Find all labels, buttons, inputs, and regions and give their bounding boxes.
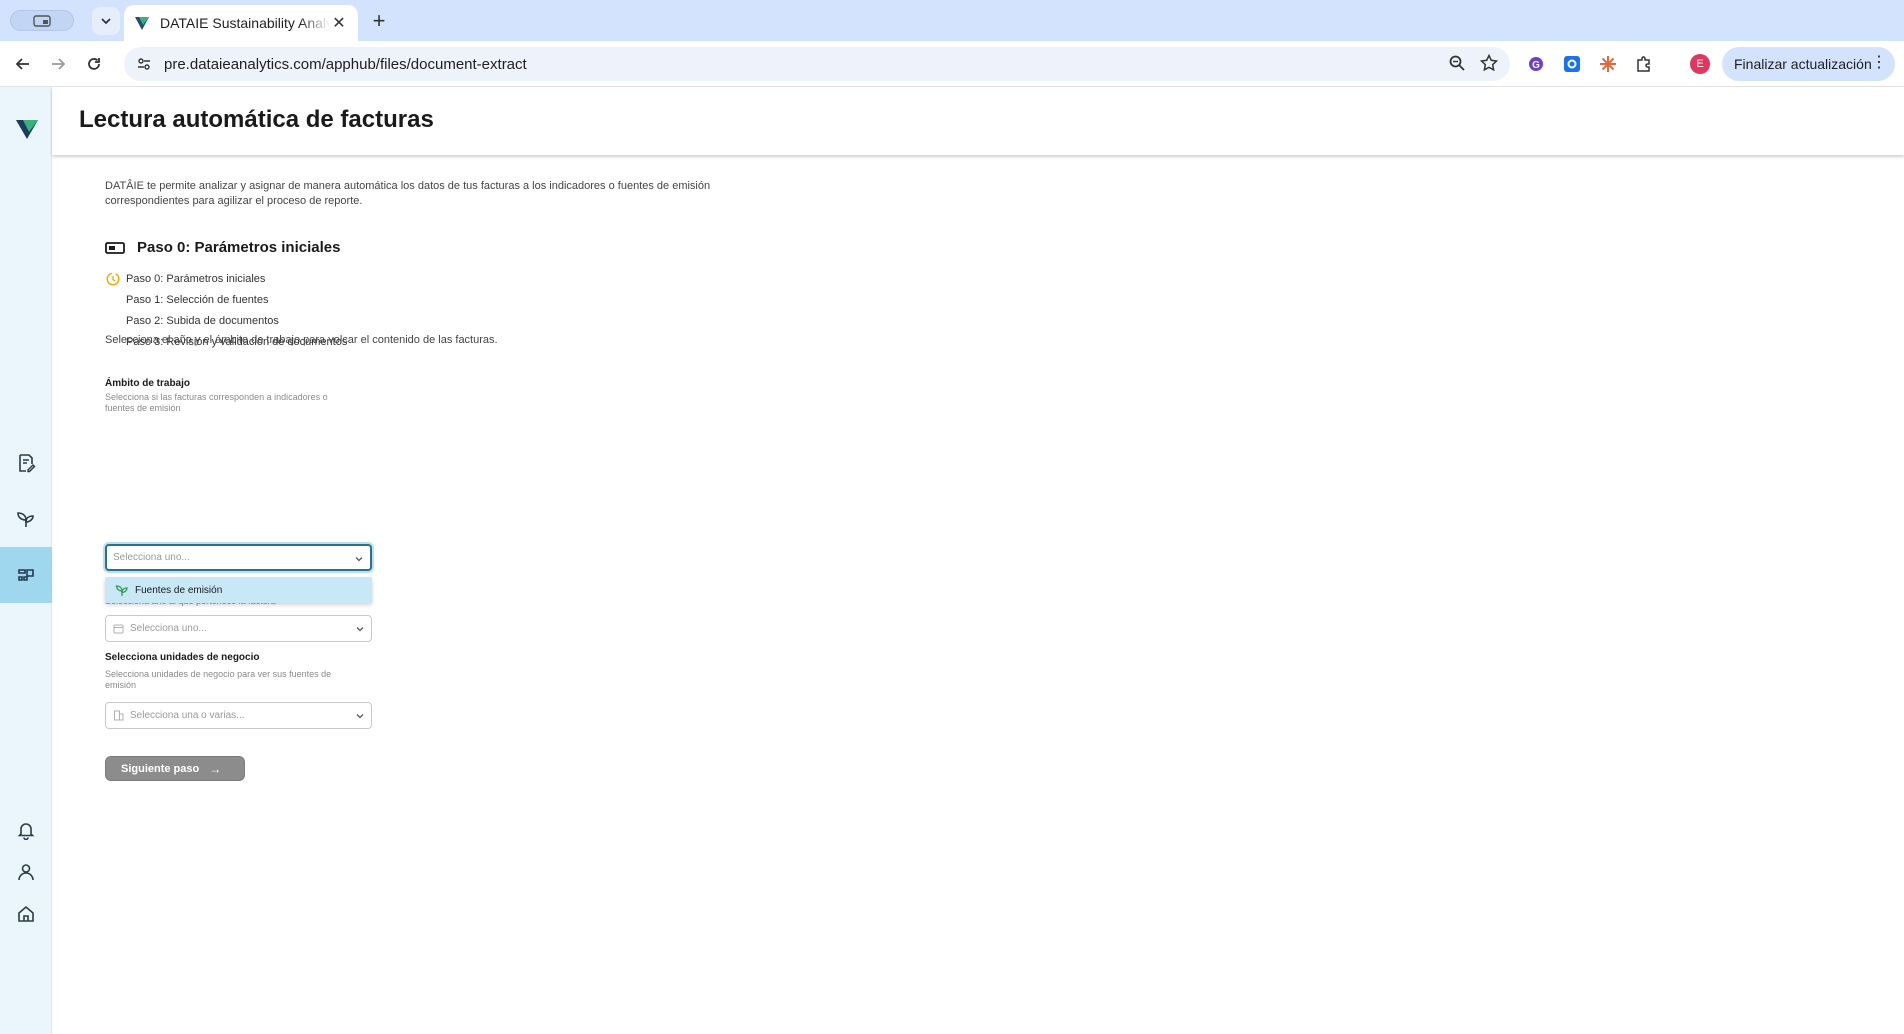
sunburst-extension-icon[interactable]	[1596, 52, 1620, 76]
profile-avatar[interactable]: E	[1690, 54, 1710, 74]
scope-select[interactable]: Selecciona uno...	[105, 544, 372, 571]
scope-option-label: Fuentes de emisión	[135, 584, 223, 596]
step-item-2: Paso 2: Subida de documentos	[105, 312, 405, 330]
browser-tab-active[interactable]: DATAIE Sustainability Analytics ✕	[124, 5, 358, 41]
page-header: Lectura automática de facturas	[52, 87, 1904, 155]
url-text: pre.dataieanalytics.com/apphub/files/doc…	[164, 55, 527, 73]
browser-toolbar: pre.dataieanalytics.com/apphub/files/doc…	[0, 41, 1904, 87]
dataie-logo-icon[interactable]	[15, 117, 39, 141]
sidebar-item-home[interactable]	[0, 894, 52, 934]
zoom-icon[interactable]	[1448, 54, 1466, 72]
step-label: Paso 1: Selección de fuentes	[126, 294, 269, 306]
year-select[interactable]: Selecciona uno...	[105, 615, 372, 642]
clock-pending-icon	[105, 271, 121, 287]
tab-title: DATAIE Sustainability Analytics	[160, 15, 330, 31]
page-title: Lectura automática de facturas	[79, 106, 434, 133]
finish-update-button[interactable]: Finalizar actualización ⋮	[1722, 47, 1895, 81]
sidebar-item-emissions[interactable]	[0, 491, 52, 547]
business-units-select[interactable]: Selecciona una o varias...	[105, 702, 372, 729]
user-icon	[18, 864, 34, 881]
tab-group-button[interactable]	[10, 10, 74, 31]
step-heading: Paso 0: Parámetros iniciales	[105, 239, 340, 256]
forward-button[interactable]	[44, 50, 72, 78]
extensions-puzzle-icon[interactable]	[1632, 52, 1656, 76]
intro-text: DATÂIE te permite analizar y asignar de …	[105, 180, 711, 207]
chevron-down-icon	[101, 18, 111, 25]
tab-search-button[interactable]	[92, 7, 120, 35]
back-button[interactable]	[9, 50, 37, 78]
business-units-label: Selecciona unidades de negocio	[105, 652, 260, 663]
new-tab-button[interactable]: +	[366, 8, 392, 34]
step-label: Paso 2: Subida de documentos	[126, 315, 279, 327]
year-select-placeholder: Selecciona uno...	[130, 623, 207, 634]
reload-icon	[88, 58, 100, 70]
chevron-down-icon	[356, 627, 364, 632]
finish-update-label: Finalizar actualización	[1734, 56, 1872, 72]
scope-label: Ámbito de trabajo	[105, 378, 191, 389]
bookmark-star-icon[interactable]	[1480, 54, 1498, 72]
app-root: Lectura automática de facturas DATÂIE te…	[0, 87, 1904, 1034]
document-edit-icon	[19, 454, 36, 473]
scope-option-emission-sources[interactable]: Fuentes de emisión	[105, 577, 372, 603]
step-label: Paso 0: Parámetros iniciales	[126, 273, 266, 285]
sidebar-item-apphub[interactable]	[0, 547, 52, 603]
svg-text:G: G	[1532, 60, 1540, 71]
gear-extension-icon[interactable]	[1560, 52, 1584, 76]
step-card-icon	[105, 241, 125, 254]
sprout-icon	[17, 512, 34, 527]
browser-tabstrip: DATAIE Sustainability Analytics ✕ +	[0, 0, 1904, 41]
scope-select-placeholder: Selecciona uno...	[113, 552, 190, 563]
step-item-0: Paso 0: Parámetros iniciales	[105, 270, 405, 288]
site-settings-icon[interactable]	[134, 54, 154, 74]
apps-hub-icon	[18, 569, 34, 581]
home-icon	[18, 905, 34, 922]
tab-group-icon	[33, 14, 51, 27]
sidebar-item-profile[interactable]	[0, 852, 52, 892]
chevron-down-icon	[356, 714, 364, 719]
chevron-down-icon	[355, 557, 363, 562]
arrow-left-icon	[15, 58, 29, 70]
grammarly-extension-icon[interactable]: G	[1524, 52, 1548, 76]
scope-help: Selecciona si las facturas corresponden …	[105, 392, 328, 413]
bell-icon	[17, 823, 35, 840]
business-units-placeholder: Selecciona una o varias...	[130, 710, 245, 721]
arrow-right-icon	[52, 58, 66, 70]
address-bar[interactable]: pre.dataieanalytics.com/apphub/files/doc…	[124, 47, 1510, 81]
close-icon[interactable]: ✕	[330, 14, 348, 32]
step-item-1: Paso 1: Selección de fuentes	[105, 291, 405, 309]
sprout-icon	[115, 585, 128, 596]
building-icon	[112, 710, 124, 722]
instruction-text: Selecciona el año y el ámbito de trabajo…	[105, 334, 498, 346]
step-heading-label: Paso 0: Parámetros iniciales	[137, 239, 341, 256]
main-content: DATÂIE te permite analizar y asignar de …	[105, 179, 805, 781]
more-vert-icon[interactable]: ⋮	[1871, 55, 1887, 71]
next-step-label: Siguiente paso	[121, 762, 200, 775]
sidebar-item-notifications[interactable]	[0, 810, 52, 850]
reload-button[interactable]	[80, 50, 108, 78]
dataie-favicon-icon	[135, 17, 149, 30]
arrow-right-icon: →	[209, 761, 222, 776]
sidebar-item-documents[interactable]	[0, 435, 52, 491]
next-step-button[interactable]: Siguiente paso →	[105, 756, 245, 781]
calendar-icon	[112, 623, 124, 635]
sidebar	[0, 87, 52, 1034]
business-units-help: Selecciona unidades de negocio para ver …	[105, 669, 332, 690]
